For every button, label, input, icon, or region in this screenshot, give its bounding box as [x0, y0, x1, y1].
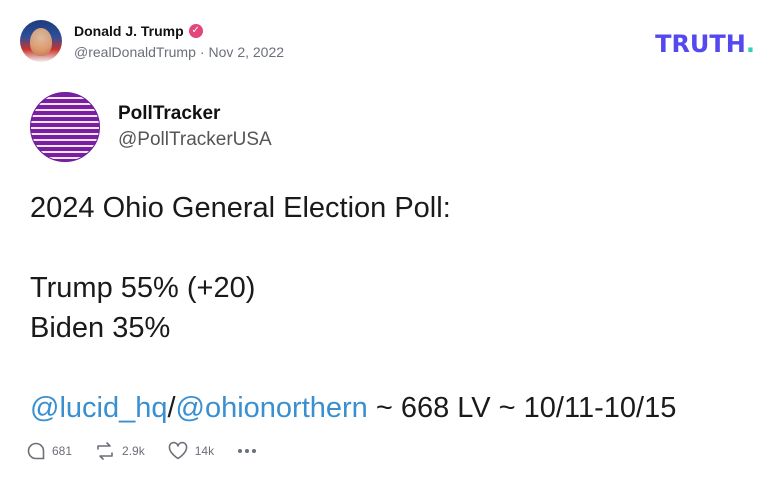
brand-text: TRUTH: [655, 30, 746, 58]
retruth-count: 2.9k: [122, 444, 145, 458]
like-button[interactable]: 14k: [167, 441, 214, 461]
poll-details: ~ 668 LV ~ 10/11-10/15: [367, 392, 677, 424]
quoted-header: PollTracker @PollTrackerUSA: [30, 92, 757, 162]
handle[interactable]: @realDonaldTrump: [74, 44, 196, 60]
action-bar: 681 2.9k 14k: [26, 441, 280, 461]
poll-title: 2024 Ohio General Election Poll:: [30, 192, 451, 224]
mention-slash: /: [167, 392, 176, 424]
post-header: Donald J. Trump ✓ @realDonaldTrump · Nov…: [20, 20, 284, 62]
post-date[interactable]: Nov 2, 2022: [209, 44, 285, 60]
name-row: Donald J. Trump ✓: [74, 23, 284, 39]
like-count: 14k: [194, 444, 215, 458]
avatar[interactable]: [20, 20, 62, 62]
reply-icon: [27, 442, 45, 460]
truth-logo: TRUTH.: [655, 30, 755, 58]
mention-lucid[interactable]: @lucid_hq: [30, 392, 167, 424]
quoted-handle: @PollTrackerUSA: [118, 129, 272, 150]
post-meta: @realDonaldTrump · Nov 2, 2022: [74, 44, 284, 60]
poll-source-line: @lucid_hq/@ohionorthern ~ 668 LV ~ 10/11…: [30, 388, 757, 428]
reply-button[interactable]: 681: [26, 441, 72, 461]
brand-dot: .: [745, 30, 755, 58]
verified-icon: ✓: [188, 23, 203, 38]
retruth-button[interactable]: 2.9k: [94, 441, 145, 461]
poll-trump: Trump 55% (+20): [30, 272, 256, 304]
author-block: Donald J. Trump ✓ @realDonaldTrump · Nov…: [74, 23, 284, 60]
quoted-post: PollTracker @PollTrackerUSA 2024 Ohio Ge…: [30, 92, 757, 428]
meta-separator: ·: [199, 43, 205, 60]
poll-biden: Biden 35%: [30, 312, 171, 344]
mention-ohionorthern[interactable]: @ohionorthern: [176, 392, 368, 424]
quoted-text: 2024 Ohio General Election Poll: Trump 5…: [30, 188, 757, 428]
quoted-avatar: [30, 92, 100, 162]
reply-count: 681: [52, 444, 73, 458]
retruth-icon: [97, 442, 113, 460]
heart-icon: [168, 441, 188, 460]
quoted-name: PollTracker: [118, 103, 221, 124]
display-name[interactable]: Donald J. Trump: [74, 23, 184, 39]
more-button[interactable]: [236, 441, 258, 461]
quoted-author: PollTracker @PollTrackerUSA: [118, 103, 272, 151]
more-icon: [238, 449, 257, 453]
